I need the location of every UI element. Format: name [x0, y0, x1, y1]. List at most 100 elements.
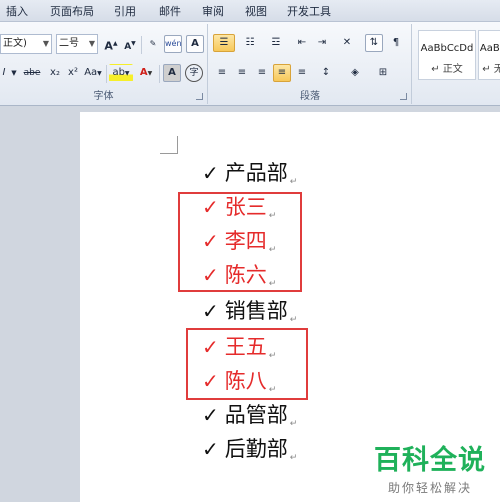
list-item[interactable]: ✓ 后勤部 ↵	[202, 434, 297, 464]
multilevel-list-button[interactable]: ☲	[265, 34, 287, 52]
style-name: ↵ 正文	[431, 64, 463, 75]
chevron-down-icon: ▼	[88, 39, 95, 48]
strikethrough-icon: abe	[23, 68, 41, 78]
sort-icon: ⇅	[369, 37, 379, 48]
shading-button[interactable]: ◈	[343, 64, 367, 82]
character-shading-button[interactable]: A	[163, 64, 181, 82]
tab-developer[interactable]: 开发工具	[287, 3, 331, 19]
separator	[159, 65, 160, 83]
font-group-label: 字体	[93, 91, 114, 102]
enclose-characters-icon: 字	[189, 68, 199, 78]
numbering-button[interactable]: ☷	[239, 34, 261, 52]
sort-button[interactable]: ⇅	[365, 34, 383, 52]
tab-mailings[interactable]: 邮件	[159, 3, 181, 19]
list-item-text: 品管部	[224, 403, 288, 427]
tab-references[interactable]: 引用	[114, 3, 136, 19]
clear-format-button[interactable]: ✎	[144, 35, 162, 53]
style-name: ↵ 无	[482, 64, 500, 75]
font-name-value: 正文)	[3, 38, 27, 49]
bullets-button[interactable]: ☰	[213, 34, 235, 52]
chinese-layout-button[interactable]: ✕	[335, 34, 359, 52]
line-spacing-icon: ↕	[321, 67, 331, 78]
justify-button[interactable]: ≡	[273, 64, 291, 82]
align-center-icon: ≡	[237, 67, 247, 78]
eraser-icon: ✎	[149, 39, 157, 48]
superscript-button[interactable]: x²	[64, 64, 82, 82]
list-item[interactable]: ✓ 销售部 ↵	[202, 296, 297, 326]
watermark: 百科全说 助你轻松解决	[374, 438, 486, 496]
underline-dropdown[interactable]: ▼	[10, 64, 18, 82]
paragraph-group-label: 段落	[300, 91, 320, 102]
text-highlight-button[interactable]: ab▼	[109, 64, 133, 82]
dialog-launcher-icon[interactable]	[400, 93, 407, 100]
grow-font-button[interactable]: A▲	[102, 35, 120, 53]
paragraph-mark-icon: ↵	[289, 315, 298, 325]
style-normal[interactable]: AaBbCcDd ↵ 正文	[418, 30, 476, 80]
change-case-icon: Aa	[84, 67, 98, 78]
align-right-button[interactable]: ≡	[253, 64, 271, 82]
multilevel-list-icon: ☲	[271, 37, 281, 48]
list-item-text: 后勤部	[224, 437, 288, 461]
ribbon: 正文) ▼ 二号 ▼ A▲ A▼ ✎ wén A I ▼ abe x₂ x² A…	[0, 22, 500, 106]
separator	[141, 36, 142, 54]
distributed-icon: ≡	[297, 67, 307, 78]
word-window: 插入 页面布局 引用 邮件 审阅 视图 开发工具 正文) ▼ 二号 ▼ A▲ A…	[0, 0, 500, 502]
character-border-button[interactable]: A	[186, 35, 204, 53]
checkmark-icon: ✓	[202, 299, 219, 323]
font-color-icon: A	[139, 67, 148, 78]
style-sample: AaBbCcDd	[420, 43, 474, 54]
tab-view[interactable]: 视图	[245, 3, 267, 19]
chevron-down-icon: ▼	[11, 69, 17, 77]
list-item-text: 销售部	[224, 299, 288, 323]
numbered-list-icon: ☷	[245, 37, 255, 48]
change-case-button[interactable]: Aa▼	[82, 64, 104, 82]
checkmark-icon: ✓	[202, 161, 219, 185]
distributed-button[interactable]: ≡	[293, 64, 311, 82]
tab-review[interactable]: 审阅	[202, 3, 224, 19]
phonetic-guide-icon: wén	[165, 39, 182, 48]
justify-icon: ≡	[277, 67, 287, 78]
increase-indent-icon: ⇥	[317, 37, 327, 48]
highlighter-icon: ab	[112, 67, 125, 78]
subscript-button[interactable]: x₂	[46, 64, 64, 82]
borders-button[interactable]: ⊞	[371, 64, 395, 82]
font-name-select[interactable]: 正文) ▼	[0, 34, 52, 54]
character-shading-icon: A	[168, 67, 176, 78]
shrink-font-button[interactable]: A▼	[121, 35, 139, 53]
paragraph-mark-icon: ↵	[289, 419, 298, 429]
styles-gallery: AaBbCcDd ↵ 正文 AaBb ↵ 无	[416, 26, 500, 100]
list-item[interactable]: ✓ 产品部 ↵	[202, 158, 297, 188]
decrease-indent-button[interactable]: ⇤	[293, 34, 311, 52]
align-center-button[interactable]: ≡	[233, 64, 251, 82]
show-marks-button[interactable]: ¶	[387, 34, 405, 52]
paragraph-group: ☰ ☷ ☲ ⇤ ⇥ ✕ ⇅ ¶ ≡ ≡ ≡ ≡ ≡ ↕ ◈ ⊞ 段落	[209, 24, 412, 104]
highlight-box	[178, 192, 302, 292]
tab-insert[interactable]: 插入	[6, 3, 28, 19]
bullet-list-icon: ☰	[219, 37, 229, 48]
decrease-indent-icon: ⇤	[297, 37, 307, 48]
watermark-subtitle: 助你轻松解决	[387, 481, 472, 495]
italic-button[interactable]: I	[0, 64, 8, 82]
checkmark-icon: ✓	[202, 403, 219, 427]
paint-bucket-icon: ◈	[351, 67, 359, 78]
paragraph-mark-icon: ↵	[289, 177, 298, 187]
chinese-layout-icon: ✕	[342, 37, 352, 48]
font-size-select[interactable]: 二号 ▼	[56, 34, 98, 54]
tab-page-layout[interactable]: 页面布局	[50, 3, 94, 19]
enclose-characters-button[interactable]: 字	[185, 64, 203, 82]
list-item[interactable]: ✓ 品管部 ↵	[202, 400, 297, 430]
character-border-icon: A	[191, 38, 199, 49]
phonetic-guide-button[interactable]: wén	[164, 35, 182, 53]
paragraph-mark-icon: ↵	[289, 453, 298, 463]
dialog-launcher-icon[interactable]	[196, 93, 203, 100]
font-color-button[interactable]: A▼	[135, 64, 157, 82]
align-left-button[interactable]: ≡	[213, 64, 231, 82]
style-no-spacing[interactable]: AaBb ↵ 无	[478, 30, 500, 80]
increase-indent-button[interactable]: ⇥	[313, 34, 331, 52]
line-spacing-button[interactable]: ↕	[315, 64, 337, 82]
separator	[106, 65, 107, 83]
font-size-value: 二号	[59, 38, 79, 49]
align-left-icon: ≡	[217, 67, 227, 78]
strikethrough-button[interactable]: abe	[20, 64, 44, 82]
watermark-title: 百科全说	[374, 445, 486, 476]
